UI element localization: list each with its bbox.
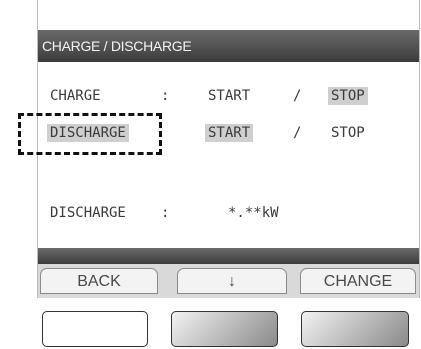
selection-focus-outline	[18, 113, 162, 155]
down-arrow-softkey[interactable]: ↓	[177, 268, 287, 294]
charge-colon: :	[161, 88, 170, 104]
softkey-bar: BACK ↓ CHANGE	[38, 264, 419, 298]
hardware-button-middle[interactable]	[171, 311, 278, 347]
discharge-status-colon: :	[161, 205, 170, 221]
discharge-start-option[interactable]: START	[205, 124, 254, 142]
discharge-stop-option[interactable]: STOP	[328, 124, 368, 142]
charge-start-option[interactable]: START	[205, 87, 253, 105]
bottom-bar	[38, 248, 419, 264]
charge-slash: /	[293, 88, 302, 104]
back-softkey[interactable]: BACK	[40, 268, 158, 294]
discharge-status-label: DISCHARGE	[50, 205, 126, 221]
discharge-slash: /	[293, 125, 302, 141]
charge-stop-option[interactable]: STOP	[328, 87, 368, 105]
hardware-button-right[interactable]	[301, 311, 409, 347]
hardware-button-left[interactable]	[42, 311, 148, 347]
screen-title: CHARGE / DISCHARGE	[42, 38, 192, 54]
charge-label: CHARGE	[50, 88, 101, 104]
change-softkey[interactable]: CHANGE	[300, 268, 416, 294]
discharge-power-value: *.**kW	[228, 205, 279, 221]
title-bar: CHARGE / DISCHARGE	[38, 30, 419, 62]
